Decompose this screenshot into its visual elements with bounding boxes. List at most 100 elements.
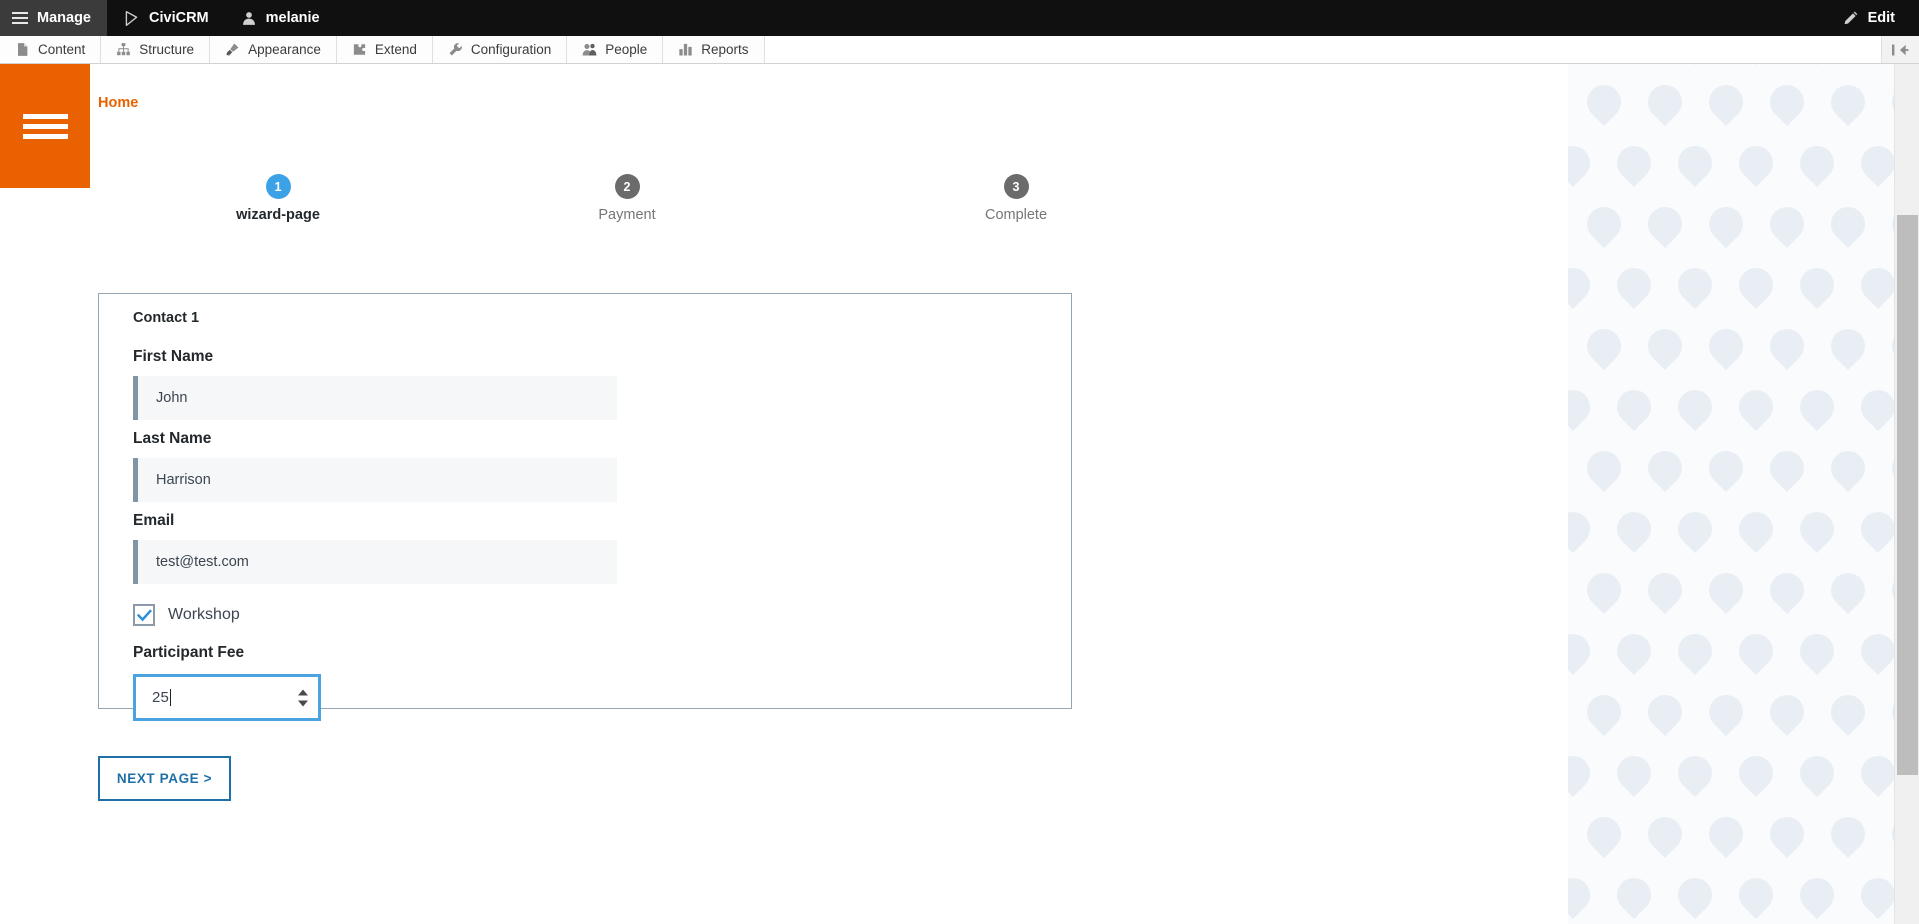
wizard-progress: 1 wizard-page 2 Payment 3 Complete: [98, 174, 1238, 244]
droplet-shape: [1853, 504, 1894, 554]
field-group-participant-fee: Participant Fee: [133, 644, 1053, 662]
droplet-shape: [1670, 626, 1720, 676]
droplet-shape: [1853, 138, 1894, 188]
wizard-step-1[interactable]: 1 wizard-page: [163, 174, 393, 223]
droplet-shape: [1792, 64, 1842, 66]
droplet-shape: [1568, 504, 1598, 554]
droplet-shape: [1762, 687, 1811, 737]
droplet-shape: [1853, 748, 1894, 798]
droplet-shape: [1853, 626, 1894, 676]
manage-tab[interactable]: Manage: [0, 0, 107, 36]
droplet-shape: [1568, 748, 1598, 798]
droplet-shape: [1823, 687, 1872, 737]
droplet-shape: [1762, 321, 1811, 371]
droplet-shape: [1701, 443, 1750, 493]
wizard-step-3-number: 3: [1003, 174, 1029, 199]
menu-item-people[interactable]: People: [567, 36, 664, 63]
field-group-email: Email: [133, 512, 1053, 584]
number-stepper[interactable]: [298, 689, 308, 706]
menu-item-configuration-label: Configuration: [470, 42, 552, 57]
participant-fee-input[interactable]: 25: [133, 674, 321, 721]
wizard-step-2-number: 2: [614, 174, 640, 199]
droplet-shape: [1579, 199, 1628, 249]
civicrm-tab[interactable]: CiviCRM: [107, 0, 225, 36]
email-input[interactable]: [133, 540, 617, 584]
user-account-label: melanie: [265, 10, 320, 26]
workshop-checkbox-row[interactable]: Workshop: [133, 604, 1053, 626]
droplet-shape: [1823, 565, 1872, 615]
menu-item-people-label: People: [605, 42, 648, 57]
menu-item-configuration[interactable]: Configuration: [432, 36, 568, 63]
toolbar-orientation-toggle[interactable]: [1881, 36, 1919, 63]
droplet-shape: [1884, 443, 1894, 493]
droplet-shape: [1792, 748, 1842, 798]
last-name-label: Last Name: [133, 430, 212, 447]
menu-item-structure[interactable]: Structure: [101, 36, 211, 63]
edit-button-label: Edit: [1867, 10, 1895, 26]
civicrm-logo-icon: [125, 10, 138, 26]
text-caret: [170, 689, 172, 706]
droplet-shape: [1640, 77, 1689, 127]
workshop-checkbox-label: Workshop: [168, 606, 240, 623]
page-content: Home 1 wizard-page 2 Payment 3 Complete …: [0, 0, 1919, 924]
droplet-shape: [1731, 260, 1781, 310]
next-page-button[interactable]: NEXT PAGE >: [98, 756, 231, 801]
droplet-shape: [1792, 870, 1842, 920]
admin-menu-bar: Content Structure Appearance Extend Conf…: [0, 36, 1919, 64]
droplet-shape: [1609, 382, 1659, 432]
menu-item-reports[interactable]: Reports: [663, 36, 765, 63]
droplet-shape: [1579, 443, 1628, 493]
droplet-shape: [1731, 382, 1781, 432]
droplet-shape: [1609, 870, 1659, 920]
wizard-step-2[interactable]: 2 Payment: [512, 174, 742, 223]
panel-title: Contact 1: [133, 310, 200, 326]
droplet-shape: [1609, 626, 1659, 676]
menu-item-content-label: Content: [38, 42, 86, 57]
droplet-shape: [1670, 138, 1720, 188]
droplet-shape: [1731, 870, 1781, 920]
contact-form-panel: Contact 1 First Name Last Name Email Wor…: [98, 293, 1072, 721]
droplet-shape: [1640, 443, 1689, 493]
sitemap-icon: [117, 43, 131, 56]
manage-tab-label: Manage: [37, 10, 91, 26]
field-group-last-name: Last Name: [133, 430, 1053, 502]
droplet-shape: [1568, 138, 1598, 188]
stepper-down-icon[interactable]: [298, 700, 308, 706]
menu-item-extend-label: Extend: [374, 42, 417, 57]
droplet-shape: [1670, 870, 1720, 920]
menu-item-content[interactable]: Content: [0, 36, 102, 63]
droplet-shape: [1884, 565, 1894, 615]
droplet-shape: [1762, 809, 1811, 859]
breadcrumb-home-link[interactable]: Home: [98, 95, 138, 111]
droplet-shape: [1731, 626, 1781, 676]
droplet-shape: [1823, 321, 1872, 371]
stepper-up-icon[interactable]: [298, 689, 308, 695]
scrollbar-thumb[interactable]: [1897, 215, 1918, 775]
user-account-tab[interactable]: melanie: [225, 0, 336, 36]
page-scrollbar[interactable]: [1894, 0, 1919, 924]
wizard-step-3[interactable]: 3 Complete: [901, 174, 1131, 223]
first-name-input[interactable]: [133, 376, 617, 420]
edit-button[interactable]: Edit: [1826, 0, 1919, 36]
droplet-shape: [1762, 77, 1811, 127]
vertical-orientation-icon: [1892, 44, 1909, 55]
droplet-shape: [1762, 565, 1811, 615]
droplet-shape: [1701, 687, 1750, 737]
pencil-icon: [1844, 11, 1857, 24]
droplet-shape: [1640, 199, 1689, 249]
droplet-shape: [1609, 138, 1659, 188]
menu-item-appearance[interactable]: Appearance: [210, 36, 337, 63]
droplet-shape: [1701, 199, 1750, 249]
menu-item-extend[interactable]: Extend: [336, 36, 433, 63]
droplet-shape: [1823, 443, 1872, 493]
workshop-checkbox[interactable]: [133, 604, 155, 626]
sidebar-menu-toggle[interactable]: [0, 64, 90, 188]
paintbrush-icon: [226, 43, 239, 56]
droplet-shape: [1670, 64, 1720, 66]
field-group-first-name: First Name: [133, 348, 1053, 420]
droplet-shape: [1884, 199, 1894, 249]
droplet-shape: [1701, 321, 1750, 371]
last-name-input[interactable]: [133, 458, 617, 502]
menu-bar-spacer: [764, 36, 1881, 63]
